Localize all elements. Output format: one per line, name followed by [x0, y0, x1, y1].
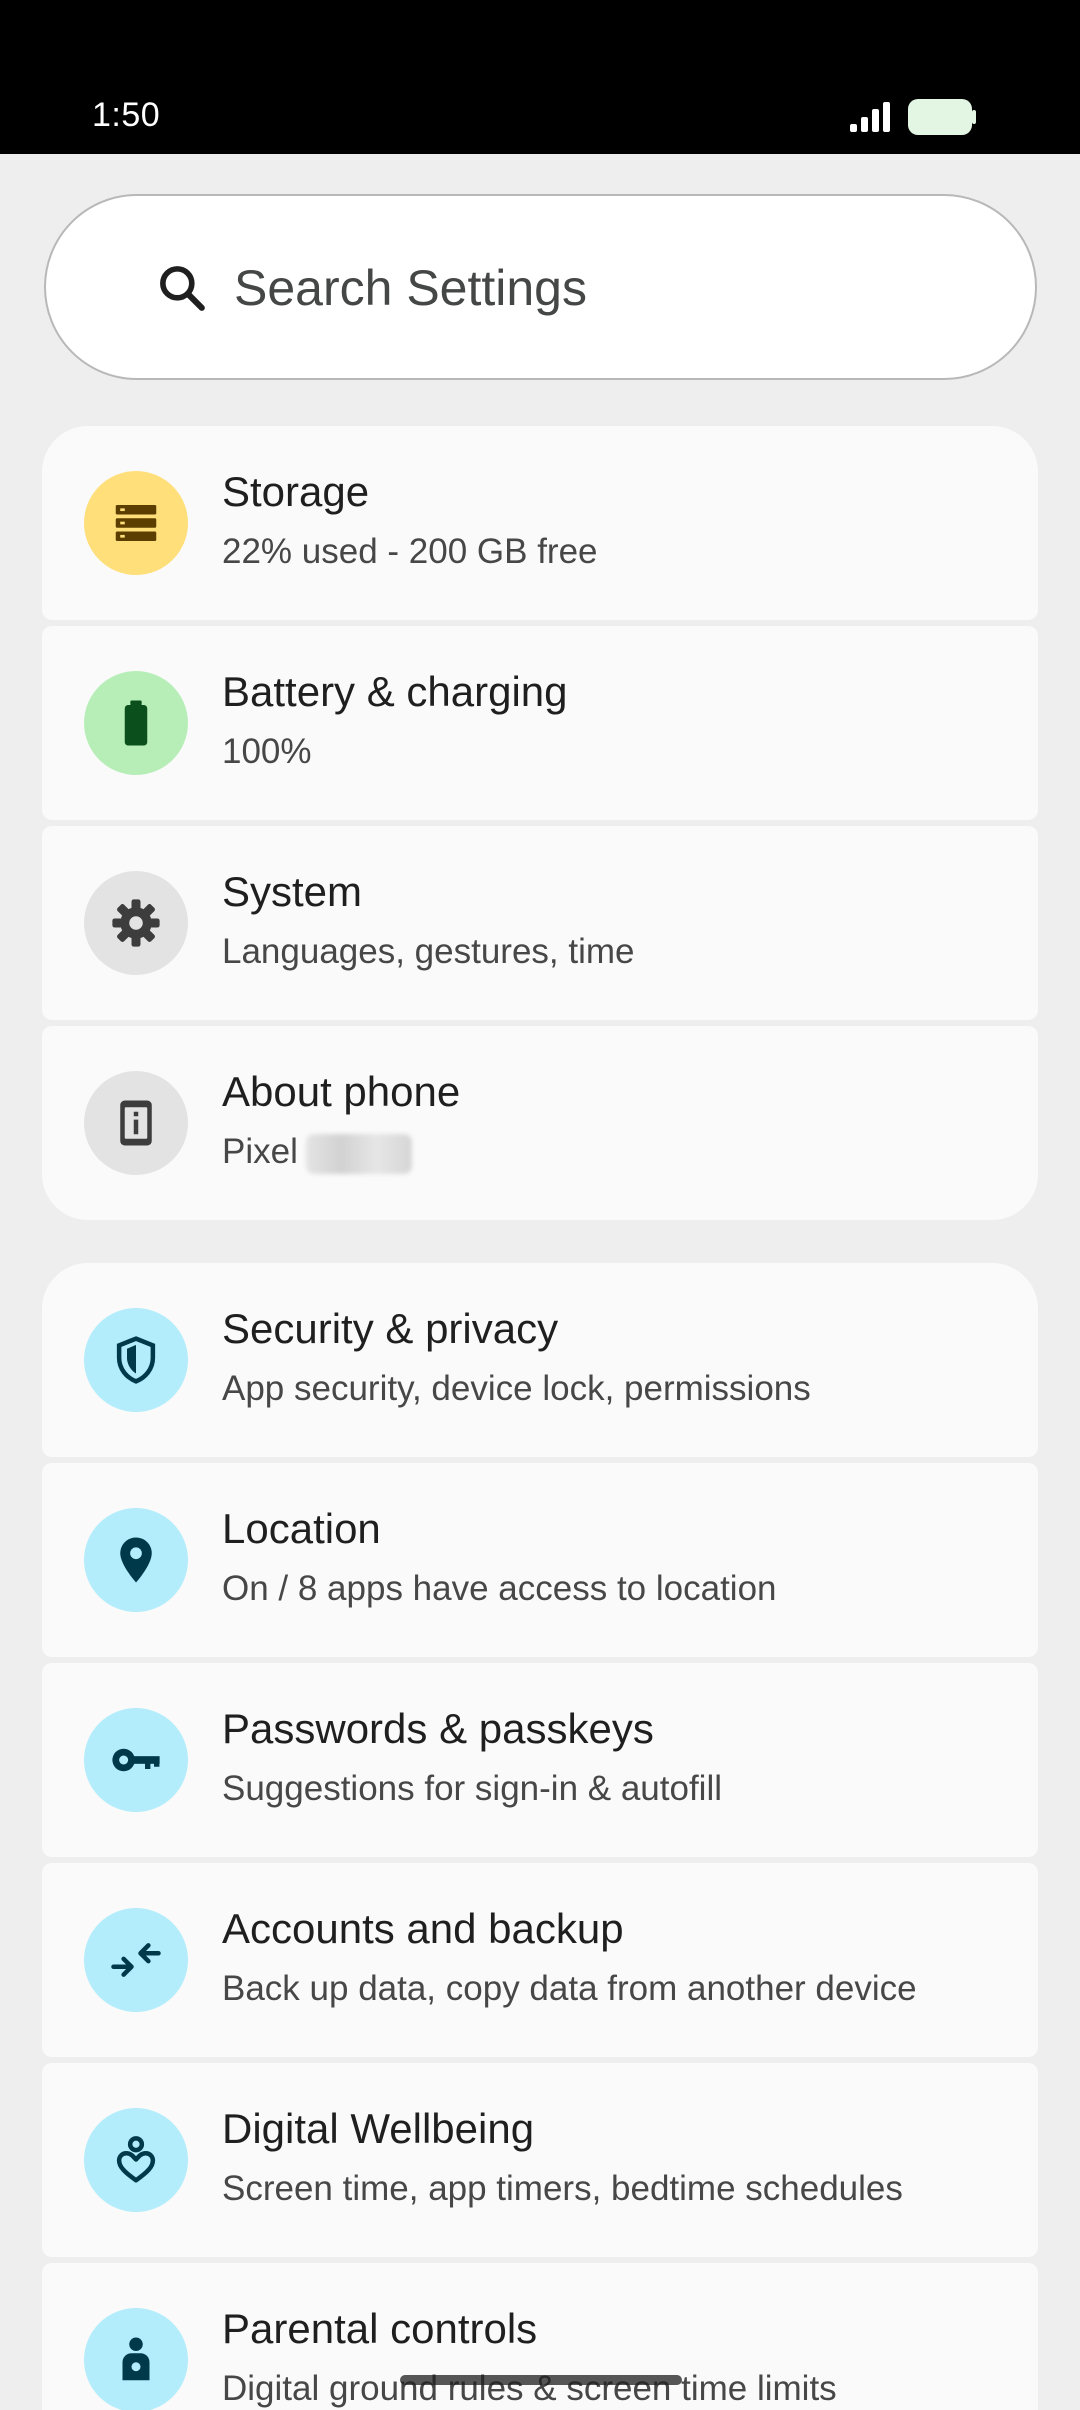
wellbeing-heart-icon — [116, 2136, 156, 2183]
location-pin-icon-badge — [84, 1508, 188, 1612]
settings-item-location[interactable]: Location On / 8 apps have access to loca… — [42, 1463, 1038, 1657]
item-title: System — [222, 868, 363, 915]
search-icon — [160, 266, 205, 311]
item-subtitle: Back up data, copy data from another dev… — [222, 1969, 917, 2008]
redacted-device-model — [305, 1133, 412, 1174]
settings-item-storage[interactable]: Storage 22% used - 200 GB free — [42, 426, 1038, 620]
battery-full-icon-badge — [84, 671, 188, 775]
parental-controls-icon-badge — [84, 2308, 188, 2410]
status-bar: 1:50 — [0, 0, 1080, 154]
settings-item-accounts-backup[interactable]: Accounts and backup Back up data, copy d… — [42, 1863, 1038, 2057]
item-title: Passwords & passkeys — [222, 1705, 654, 1752]
wellbeing-heart-icon-badge — [84, 2108, 188, 2212]
signal-icon — [850, 102, 890, 132]
search-input[interactable] — [234, 256, 994, 320]
item-subtitle: 100% — [222, 732, 312, 771]
phone-info-icon-badge — [84, 1071, 188, 1175]
settings-screen: 1:50 Search Settings Storage 22% used - … — [0, 0, 1080, 2410]
settings-item-security-privacy[interactable]: Security & privacy App security, device … — [42, 1263, 1038, 1457]
item-title: Security & privacy — [222, 1305, 559, 1352]
phone-info-icon — [120, 1100, 152, 1146]
shield-icon-badge — [84, 1308, 188, 1412]
item-title: About phone — [222, 1068, 461, 1115]
status-time: 1:50 — [92, 96, 161, 134]
location-pin-icon — [120, 1537, 152, 1583]
settings-item-parental-controls[interactable]: Parental controls Digital ground rules &… — [42, 2263, 1038, 2410]
settings-item-system[interactable]: System Languages, gestures, time — [42, 826, 1038, 1020]
item-subtitle: Languages, gestures, time — [222, 932, 635, 971]
settings-item-digital-wellbeing[interactable]: Digital Wellbeing Screen time, app timer… — [42, 2063, 1038, 2257]
key-icon-badge — [84, 1708, 188, 1812]
gear-icon-badge — [84, 871, 188, 975]
device-model-label: Pixel — [222, 1132, 298, 1171]
battery-icon — [908, 99, 976, 135]
item-subtitle: Screen time, app timers, bedtime schedul… — [222, 2169, 903, 2208]
shield-icon — [116, 1336, 156, 1384]
settings-group-device: Storage 22% used - 200 GB free Battery &… — [42, 426, 1038, 1220]
item-title: Storage — [222, 468, 370, 515]
gesture-nav-handle[interactable] — [400, 2375, 682, 2385]
item-title: Location — [222, 1505, 381, 1552]
item-title: Battery & charging — [222, 668, 568, 715]
search-bar[interactable] — [44, 194, 1037, 380]
key-icon — [112, 1748, 160, 1772]
storage-icon-badge — [84, 471, 188, 575]
settings-group-privacy: Security & privacy App security, device … — [42, 1263, 1038, 2410]
settings-item-passwords[interactable]: Passwords & passkeys Suggestions for sig… — [42, 1663, 1038, 1857]
battery-full-icon — [124, 700, 148, 746]
item-subtitle: 22% used - 200 GB free — [222, 532, 598, 571]
item-subtitle: Pixel — [222, 1132, 412, 1174]
item-title: Accounts and backup — [222, 1905, 624, 1952]
item-subtitle: On / 8 apps have access to location — [222, 1569, 777, 1608]
sync-arrows-icon-badge — [84, 1908, 188, 2012]
sync-arrows-icon — [111, 1943, 161, 1977]
item-title: Parental controls — [222, 2305, 538, 2352]
item-subtitle: App security, device lock, permissions — [222, 1369, 811, 1408]
storage-icon — [115, 505, 157, 541]
item-subtitle: Suggestions for sign-in & autofill — [222, 1769, 722, 1808]
item-title: Digital Wellbeing — [222, 2105, 535, 2152]
gear-icon — [112, 899, 160, 947]
parental-controls-icon — [122, 2337, 150, 2381]
settings-item-battery[interactable]: Battery & charging 100% — [42, 626, 1038, 820]
settings-item-about-phone[interactable]: About phone Pixel — [42, 1026, 1038, 1220]
